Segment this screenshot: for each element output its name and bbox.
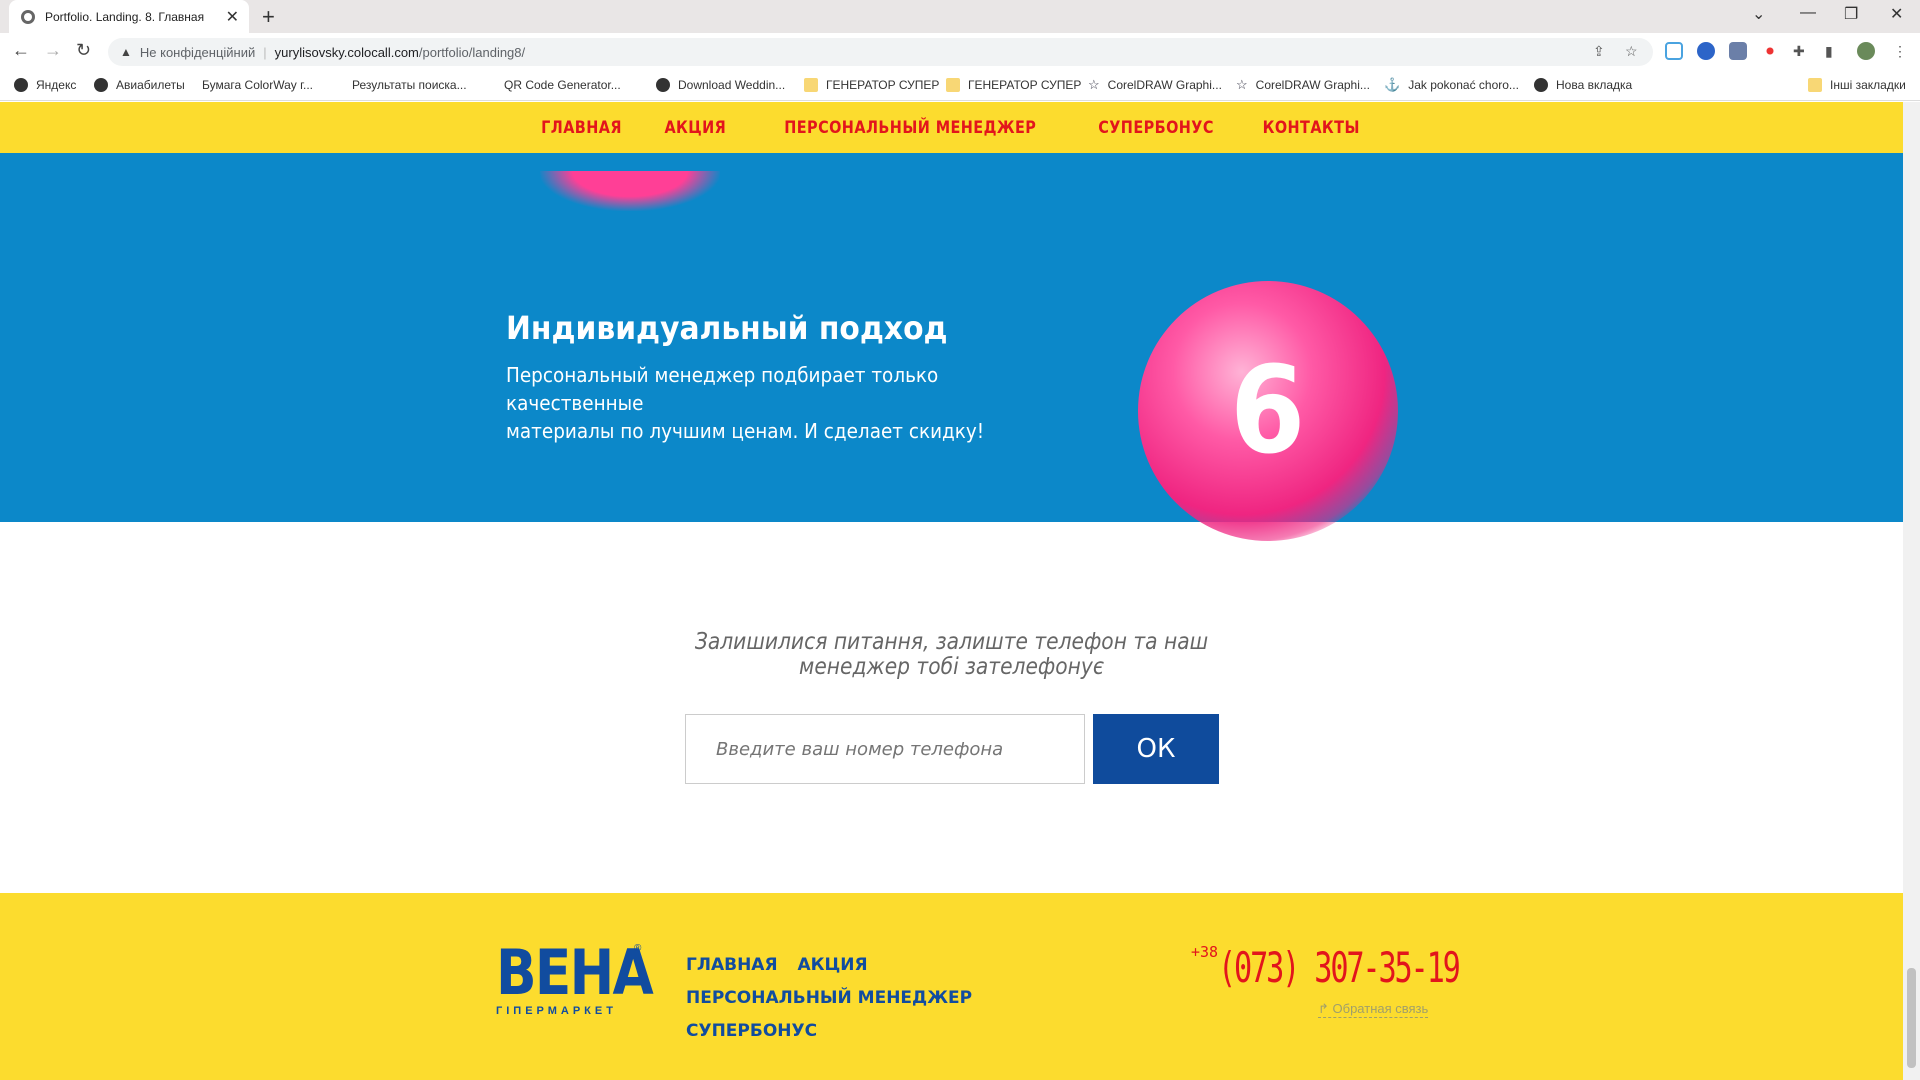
extension-icon[interactable]: [1761, 42, 1779, 60]
minimize-icon[interactable]: —: [1800, 4, 1816, 22]
divider: |: [263, 44, 267, 60]
bookmarks-bar: Яндекс Авиабилеты Бумага ColorWay г... Р…: [0, 71, 1920, 143]
close-tab-icon[interactable]: ✕: [226, 7, 239, 27]
page-viewport: ГЛАВНАЯ АКЦИЯ ПЕРСОНАЛЬНЫЙ МЕНЕДЖЕР СУПЕ…: [0, 102, 1903, 1080]
footer: ВЕНА ® ГІПЕРМАРКЕТ ГЛАВНАЯ АКЦИЯ ПЕРСОНА…: [0, 893, 1903, 1080]
callback-prompt: Залишилися питання, залиште телефон та н…: [694, 629, 1209, 680]
side-panel-icon[interactable]: ▮: [1825, 43, 1833, 60]
phone-number[interactable]: +38(073) 307-35-19: [1191, 943, 1552, 992]
back-icon[interactable]: ←: [12, 40, 30, 61]
extension-icon[interactable]: [1697, 42, 1715, 60]
vena-logo[interactable]: ВЕНА ® ГІПЕРМАРКЕТ: [496, 942, 677, 1018]
reload-icon[interactable]: ↻: [76, 40, 91, 61]
extension-icon[interactable]: [1729, 42, 1747, 60]
bookmark[interactable]: Бумага ColorWay г...: [202, 78, 313, 143]
bookmark[interactable]: Download Weddin...: [656, 78, 785, 92]
nav-link-superbonus[interactable]: СУПЕРБОНУС: [1099, 118, 1215, 138]
bookmark[interactable]: ⚓ Jak pokonać choro...: [1384, 78, 1519, 93]
top-nav: ГЛАВНАЯ АКЦИЯ ПЕРСОНАЛЬНЫЙ МЕНЕДЖЕР СУПЕ…: [0, 102, 1903, 153]
tab-search-icon[interactable]: ⌄: [1752, 4, 1765, 24]
new-tab-icon[interactable]: +: [262, 4, 275, 30]
tab-title: Portfolio. Landing. 8. Главная: [45, 9, 205, 24]
fluffy-ball-partial: [540, 171, 720, 211]
feature-number: 6: [1230, 341, 1306, 481]
menu-kebab-icon[interactable]: ⋮: [1893, 43, 1907, 60]
forward-icon[interactable]: →: [44, 40, 62, 61]
avatar[interactable]: [1857, 42, 1875, 60]
security-label[interactable]: Не конфіденційний: [140, 45, 255, 60]
bookmark-folder[interactable]: ГЕНЕРАТОР СУПЕР: [804, 78, 939, 92]
footer-link-manager[interactable]: ПЕРСОНАЛЬНЫЙ МЕНЕДЖЕР: [686, 982, 972, 1015]
phone-input[interactable]: [685, 714, 1085, 784]
footer-nav: ГЛАВНАЯ АКЦИЯ ПЕРСОНАЛЬНЫЙ МЕНЕДЖЕР СУПЕ…: [686, 949, 1086, 1048]
browser-toolbar: ← → ↻ ▲ Не конфіденційний | yurylisovsky…: [0, 33, 1920, 71]
nav-link-contacts[interactable]: КОНТАКТЫ: [1263, 118, 1360, 138]
extension-icon[interactable]: [1665, 42, 1683, 60]
warning-icon: ▲: [120, 45, 132, 59]
scrollbar-thumb[interactable]: [1907, 968, 1916, 1068]
feedback-link[interactable]: ↱ Обратная связь: [1318, 1001, 1429, 1018]
footer-link-superbonus[interactable]: СУПЕРБОНУС: [686, 1015, 817, 1048]
nav-link-promo[interactable]: АКЦИЯ: [665, 118, 727, 138]
page-scrollbar[interactable]: [1903, 102, 1920, 1080]
address-bar[interactable]: ▲ Не конфіденційний | yurylisovsky.coloc…: [108, 38, 1653, 66]
nav-link-home[interactable]: ГЛАВНАЯ: [541, 118, 622, 138]
submit-button[interactable]: ОК: [1093, 714, 1219, 784]
bookmark[interactable]: Авиабилеты: [94, 78, 185, 92]
feature-section: Индивидуальный подход Персональный менед…: [0, 153, 1903, 541]
window-close-icon[interactable]: ✕: [1890, 4, 1903, 24]
bookmark[interactable]: Яндекс: [14, 78, 76, 92]
browser-tab[interactable]: Portfolio. Landing. 8. Главная ✕: [9, 0, 249, 33]
footer-link-promo[interactable]: АКЦИЯ: [797, 949, 867, 982]
nav-link-manager[interactable]: ПЕРСОНАЛЬНЫЙ МЕНЕДЖЕР: [784, 118, 1036, 138]
bookmark[interactable]: ☆ CorelDRAW Graphi...: [1236, 78, 1370, 93]
url-host: yurylisovsky.colocall.com: [274, 44, 419, 60]
url-path: /portfolio/landing8/: [418, 44, 526, 60]
restore-icon[interactable]: ❐: [1844, 4, 1858, 24]
feature-description: Персональный менеджер подбирает только к…: [506, 363, 985, 443]
fluffy-number-ball: 6: [1138, 281, 1398, 541]
bookmark[interactable]: ☆ CorelDRAW Graphi...: [1088, 78, 1222, 93]
share-icon[interactable]: ⇪: [1593, 43, 1605, 60]
puzzle-icon[interactable]: ✚: [1793, 43, 1805, 60]
bookmark-star-icon[interactable]: ☆: [1625, 43, 1638, 60]
other-bookmarks[interactable]: Інші закладки: [1808, 78, 1906, 92]
globe-icon: [21, 9, 35, 24]
feature-title: Индивидуальный подход: [506, 309, 948, 347]
bookmark-folder[interactable]: ГЕНЕРАТОР СУПЕР: [946, 78, 1081, 92]
tab-strip: Portfolio. Landing. 8. Главная ✕ + ⌄ — ❐…: [0, 0, 1920, 33]
bookmark[interactable]: QR Code Generator...: [504, 78, 621, 143]
footer-link-home[interactable]: ГЛАВНАЯ: [686, 949, 778, 982]
bookmark[interactable]: Результаты поиска...: [352, 78, 467, 143]
bookmark[interactable]: Нова вкладка: [1534, 78, 1632, 92]
